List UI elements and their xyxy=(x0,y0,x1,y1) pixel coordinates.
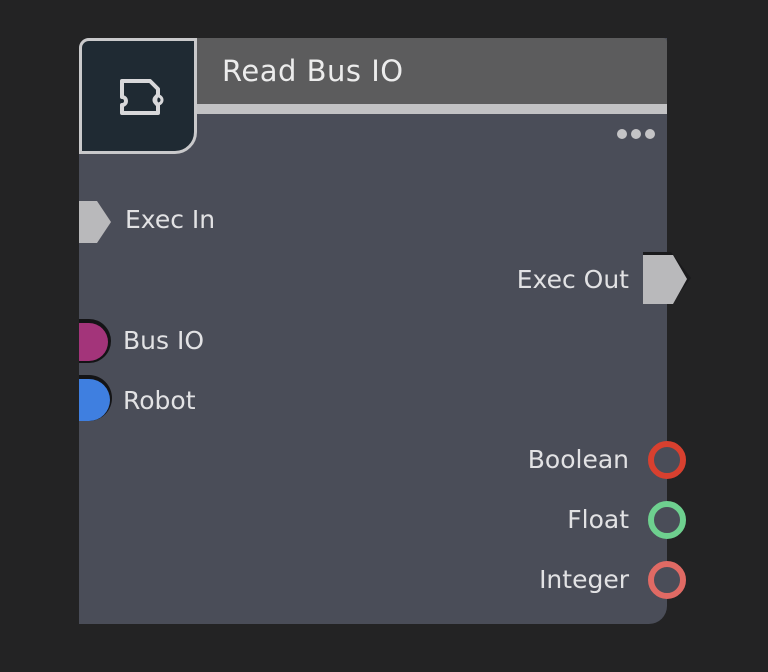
robot-label: Robot xyxy=(123,386,196,415)
bus-io-node-icon xyxy=(120,79,164,115)
exec-out-label: Exec Out xyxy=(516,265,629,294)
float-label: Float xyxy=(567,505,629,534)
node-icon-tile xyxy=(79,38,197,154)
integer-pin[interactable] xyxy=(645,558,689,602)
robot-pin[interactable] xyxy=(77,373,113,423)
bus-io-pin[interactable] xyxy=(77,317,113,365)
exec-in-label: Exec In xyxy=(125,205,216,234)
read-bus-io-node[interactable]: Read Bus IO Exec In Bus IO Robot Exec Ou… xyxy=(77,38,691,624)
node-title: Read Bus IO xyxy=(222,54,404,88)
exec-out-pin[interactable] xyxy=(641,250,695,308)
integer-label: Integer xyxy=(539,565,629,594)
more-options-icon[interactable] xyxy=(615,126,659,142)
boolean-pin[interactable] xyxy=(645,438,689,482)
node-header-stripe xyxy=(197,104,667,114)
bus-io-label: Bus IO xyxy=(123,326,205,355)
float-pin[interactable] xyxy=(645,498,689,542)
exec-in-pin[interactable] xyxy=(77,199,113,245)
graph-canvas[interactable]: Read Bus IO Exec In Bus IO Robot Exec Ou… xyxy=(0,0,768,672)
boolean-label: Boolean xyxy=(527,445,629,474)
